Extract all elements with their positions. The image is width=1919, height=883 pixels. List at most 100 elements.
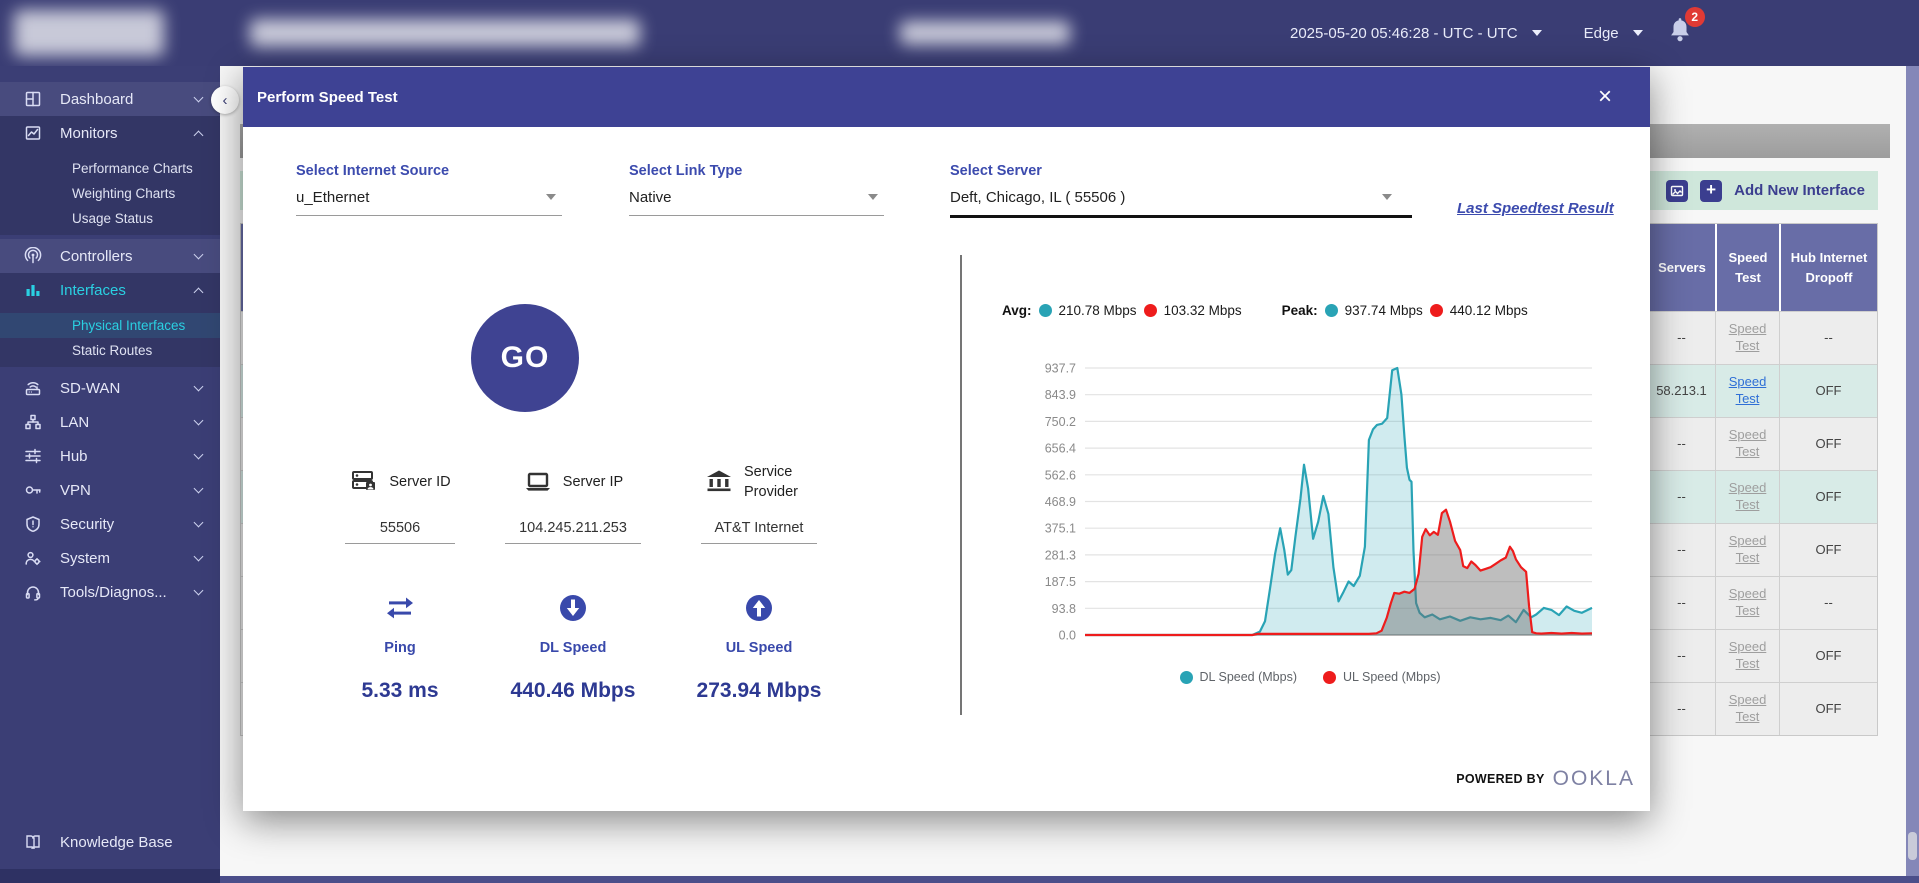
export-view-button[interactable] xyxy=(1666,180,1688,202)
chevron-down-icon[interactable] xyxy=(546,194,556,200)
link-type-select[interactable]: Select Link Type Native xyxy=(629,163,884,216)
sidebar-item-controllers[interactable]: Controllers xyxy=(0,239,220,273)
server-ip-value: 104.245.211.253 xyxy=(505,520,641,544)
chart-legend: DL Speed (Mbps)UL Speed (Mbps) xyxy=(1020,670,1600,684)
chevron-down-icon xyxy=(194,381,204,391)
speed-test-cell: Speed Test xyxy=(1715,311,1779,364)
sidebar-item-hub[interactable]: Hub xyxy=(0,439,220,473)
svg-text:375.1: 375.1 xyxy=(1045,522,1076,536)
speed-test-link[interactable]: Speed Test xyxy=(1727,374,1769,408)
sidebar-subitem-static-routes[interactable]: Static Routes xyxy=(0,338,220,363)
powered-by-label: POWERED BY xyxy=(1456,772,1544,786)
notifications-button[interactable]: 2 xyxy=(1667,15,1697,51)
server-id-label: Server ID xyxy=(389,472,450,492)
scrollbar-thumb[interactable] xyxy=(1908,832,1917,860)
edge-selector[interactable]: Edge xyxy=(1584,25,1619,42)
servers-cell: -- xyxy=(1647,576,1715,629)
sidebar-item-vpn[interactable]: VPN xyxy=(0,473,220,507)
server-select[interactable]: Select Server Deft, Chicago, IL ( 55506 … xyxy=(950,163,1412,218)
sidebar-item-tools-diagnos-[interactable]: Tools/Diagnos... xyxy=(0,575,220,609)
sidebar-subitem-usage-status[interactable]: Usage Status xyxy=(0,206,220,231)
sidebar-subitem-weighting-charts[interactable]: Weighting Charts xyxy=(0,181,220,206)
redacted-text xyxy=(900,21,1070,45)
go-button[interactable]: GO xyxy=(471,304,579,412)
ul-speed-value: 273.94 Mbps xyxy=(649,679,869,703)
timezone-caret-icon[interactable] xyxy=(1532,30,1542,36)
chevron-up-icon xyxy=(194,287,204,297)
page-scrollbar[interactable] xyxy=(1906,66,1919,876)
sidebar-item-system[interactable]: System xyxy=(0,541,220,575)
ul-dot-icon xyxy=(1430,304,1443,317)
internet-source-value: u_Ethernet xyxy=(296,189,369,206)
perform-speed-test-modal: Perform Speed Test × Select Internet Sou… xyxy=(243,67,1650,811)
avg-ul-value: 103.32 Mbps xyxy=(1164,303,1242,318)
sidebar-subitem-physical-interfaces[interactable]: Physical Interfaces xyxy=(0,313,220,338)
ping-arrows-icon xyxy=(383,593,417,623)
speed-test-link[interactable]: Speed Test xyxy=(1727,533,1769,567)
link-type-value: Native xyxy=(629,189,672,206)
service-provider-value: AT&T Internet xyxy=(701,520,818,544)
speed-test-link[interactable]: Speed Test xyxy=(1727,692,1769,726)
svg-text:750.2: 750.2 xyxy=(1045,415,1076,429)
server-value: Deft, Chicago, IL ( 55506 ) xyxy=(950,189,1125,206)
sidebar-item-sd-wan[interactable]: SD-WAN xyxy=(0,371,220,405)
speed-test-link[interactable]: Speed Test xyxy=(1727,321,1769,355)
speed-test-link[interactable]: Speed Test xyxy=(1727,639,1769,673)
add-new-interface-button[interactable]: Add New Interface xyxy=(1734,182,1865,199)
hub-icon xyxy=(24,447,42,465)
sidebar-bottom-strip xyxy=(0,869,220,883)
chevron-down-icon xyxy=(194,585,204,595)
sidebar-item-monitors[interactable]: Monitors xyxy=(0,116,220,150)
peak-dl-value: 937.74 Mbps xyxy=(1345,303,1423,318)
speed-test-cell: Speed Test xyxy=(1715,576,1779,629)
sidebar-item-lan[interactable]: LAN xyxy=(0,405,220,439)
ul-speed-label: UL Speed xyxy=(649,640,869,656)
dl-dot-icon xyxy=(1325,304,1338,317)
server-ip-label: Server IP xyxy=(563,472,623,492)
chevron-down-icon[interactable] xyxy=(868,194,878,200)
speed-test-cell: Speed Test xyxy=(1715,470,1779,523)
chevron-down-icon xyxy=(194,483,204,493)
sidebar-item-interfaces[interactable]: Interfaces xyxy=(0,273,220,307)
hub-dropoff-cell: OFF xyxy=(1779,470,1877,523)
sidebar-item-security[interactable]: Security xyxy=(0,507,220,541)
chart-summary: Avg: 210.78 Mbps 103.32 Mbps Peak: 937.7… xyxy=(1002,303,1622,318)
sidebar-item-dashboard[interactable]: Dashboard xyxy=(0,82,220,116)
speed-test-cell: Speed Test xyxy=(1715,364,1779,417)
system-icon xyxy=(24,549,42,567)
redacted-text xyxy=(250,19,640,47)
speed-test-link[interactable]: Speed Test xyxy=(1727,427,1769,461)
speed-test-link[interactable]: Speed Test xyxy=(1727,586,1769,620)
peak-label: Peak: xyxy=(1282,303,1318,318)
close-icon[interactable]: × xyxy=(1598,85,1612,109)
hub-dropoff-cell: OFF xyxy=(1779,682,1877,735)
hub-dropoff-cell: OFF xyxy=(1779,523,1877,576)
sidebar-item-knowledge-base[interactable]: Knowledge Base xyxy=(0,825,220,859)
servers-cell: -- xyxy=(1647,417,1715,470)
last-speedtest-result-link[interactable]: Last Speedtest Result xyxy=(1457,200,1614,217)
speed-test-link[interactable]: Speed Test xyxy=(1727,480,1769,514)
servers-cell: 58.213.1 xyxy=(1647,364,1715,417)
modal-title: Perform Speed Test xyxy=(257,89,1598,106)
ul-dot-icon xyxy=(1144,304,1157,317)
servers-cell: -- xyxy=(1647,682,1715,735)
peak-ul-value: 440.12 Mbps xyxy=(1450,303,1528,318)
sidebar-subitem-performance-charts[interactable]: Performance Charts xyxy=(0,156,220,181)
legend-item: UL Speed (Mbps) xyxy=(1323,670,1441,684)
internet-source-select[interactable]: Select Internet Source u_Ethernet xyxy=(296,163,562,216)
security-icon xyxy=(24,515,42,533)
sidebar-collapse-button[interactable]: ‹ xyxy=(211,86,239,114)
svg-text:187.5: 187.5 xyxy=(1045,575,1076,589)
avg-label: Avg: xyxy=(1002,303,1032,318)
servers-cell: -- xyxy=(1647,311,1715,364)
upload-circle-icon xyxy=(744,593,774,623)
svg-text:281.3: 281.3 xyxy=(1045,548,1076,562)
page-bottom-band xyxy=(220,876,1906,883)
plus-icon: + xyxy=(1706,180,1716,200)
edge-caret-icon[interactable] xyxy=(1633,30,1643,36)
chevron-down-icon[interactable] xyxy=(1382,194,1392,200)
add-interface-plus-button[interactable]: + xyxy=(1700,180,1722,202)
servers-cell: -- xyxy=(1647,629,1715,682)
chevron-down-icon xyxy=(194,517,204,527)
servers-cell: -- xyxy=(1647,470,1715,523)
